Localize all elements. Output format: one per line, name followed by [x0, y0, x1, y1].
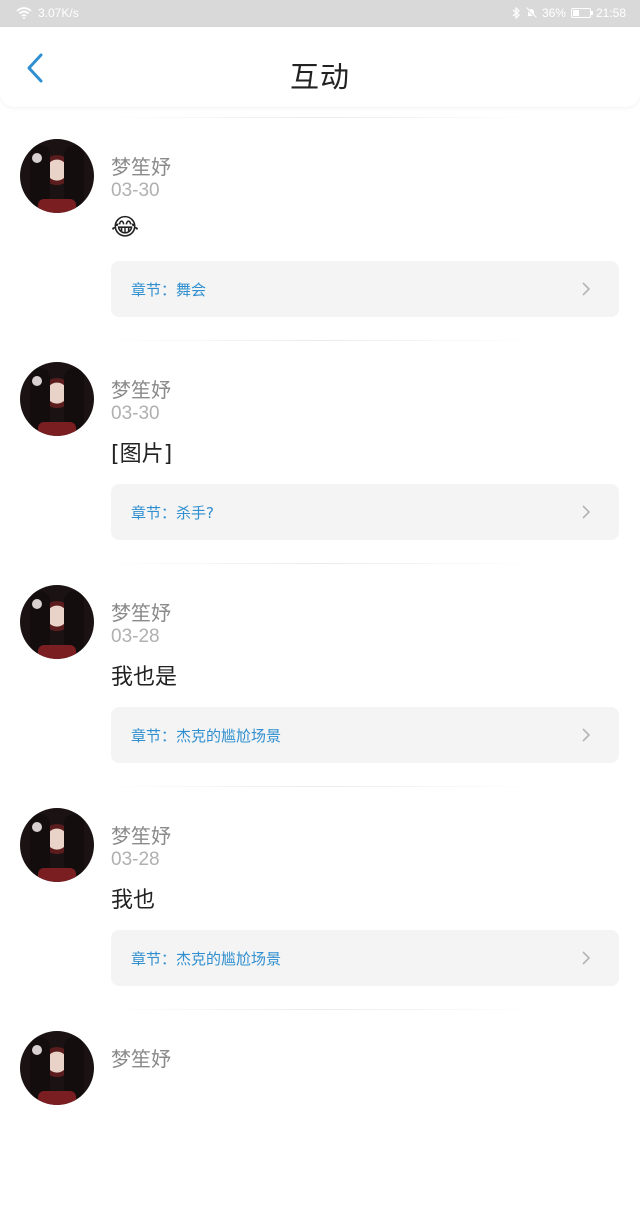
divider	[100, 1009, 540, 1010]
chevron-right-icon	[582, 505, 591, 519]
divider	[100, 117, 540, 118]
avatar[interactable]	[20, 362, 94, 436]
username[interactable]: 梦笙妤	[111, 151, 171, 180]
comment-content: [图片]	[111, 442, 173, 467]
comment-content: 我也是	[111, 665, 178, 690]
chapter-label: 章节：杀手?	[131, 504, 214, 522]
clock: 21:58	[595, 6, 626, 20]
interaction-feed: 梦笙妤 03-30 😂 章节：舞会 梦笙妤 03-30 [图片] 章节：杀手? …	[0, 107, 640, 1222]
chevron-right-icon	[582, 282, 591, 296]
list-item: 梦笙妤 03-30 😂 章节：舞会	[0, 107, 640, 330]
mute-bell-icon	[525, 7, 537, 19]
status-left: 3.07K/s	[16, 6, 79, 20]
comment-content: 😂	[111, 213, 140, 241]
battery-percent: 36%	[541, 6, 566, 20]
comment-content: 我也	[111, 888, 156, 913]
username[interactable]: 梦笙妤	[111, 820, 171, 849]
divider	[100, 786, 540, 787]
avatar[interactable]	[20, 1031, 94, 1105]
date: 03-28	[111, 626, 160, 647]
username[interactable]: 梦笙妤	[111, 1043, 171, 1072]
chapter-link[interactable]: 章节：杰克的尴尬场景	[111, 930, 619, 986]
divider	[100, 340, 540, 341]
date: 03-30	[111, 180, 160, 201]
date: 03-30	[111, 403, 160, 424]
chapter-label: 章节：杰克的尴尬场景	[131, 950, 282, 968]
chapter-link[interactable]: 章节：杰克的尴尬场景	[111, 707, 619, 763]
avatar[interactable]	[20, 139, 94, 213]
status-right: 36% 21:58	[512, 6, 626, 20]
chevron-right-icon	[582, 951, 591, 965]
avatar[interactable]	[20, 585, 94, 659]
chapter-label: 章节：杰克的尴尬场景	[131, 727, 282, 745]
network-speed: 3.07K/s	[38, 6, 79, 20]
nav-bar: 互动	[0, 27, 640, 107]
status-bar: 3.07K/s 36% 21:58	[0, 0, 640, 27]
list-item: 梦笙妤	[0, 999, 640, 1222]
username[interactable]: 梦笙妤	[111, 597, 171, 626]
list-item: 梦笙妤 03-30 [图片] 章节：杀手?	[0, 330, 640, 553]
list-item: 梦笙妤 03-28 我也是 章节：杰克的尴尬场景	[0, 553, 640, 776]
chevron-right-icon	[582, 728, 591, 742]
chapter-link[interactable]: 章节：杀手?	[111, 484, 619, 540]
battery-icon	[570, 8, 593, 18]
bluetooth-icon	[512, 7, 520, 19]
page-title: 互动	[289, 60, 350, 94]
chapter-link[interactable]: 章节：舞会	[111, 261, 619, 317]
chapter-label: 章节：舞会	[131, 281, 207, 299]
wifi-icon	[16, 7, 32, 19]
avatar[interactable]	[20, 808, 94, 882]
list-item: 梦笙妤 03-28 我也 章节：杰克的尴尬场景	[0, 776, 640, 999]
divider	[100, 563, 540, 564]
username[interactable]: 梦笙妤	[111, 374, 171, 403]
date: 03-28	[111, 849, 160, 870]
